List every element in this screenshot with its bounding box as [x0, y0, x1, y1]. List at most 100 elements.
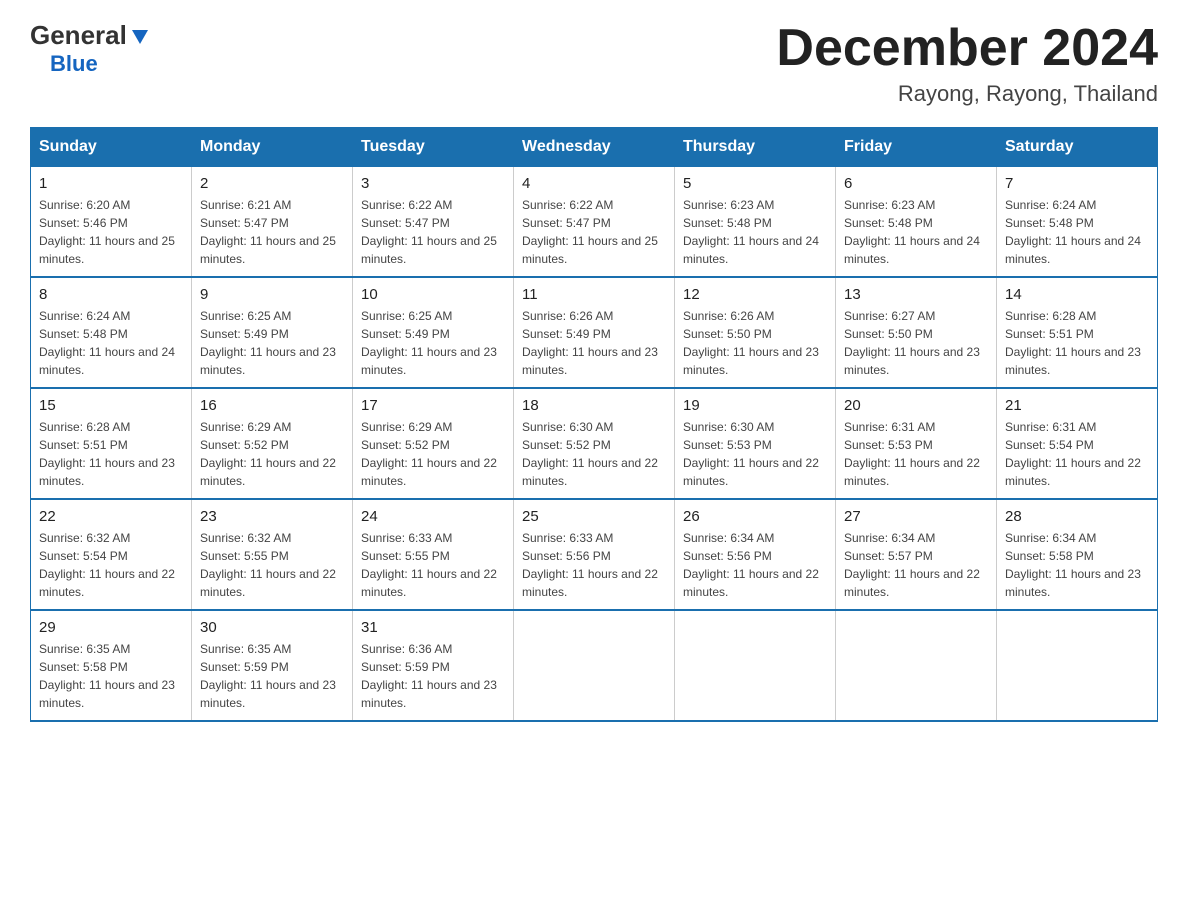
calendar-day-cell: 1 Sunrise: 6:20 AM Sunset: 5:46 PM Dayli…	[31, 167, 192, 278]
calendar-day-cell: 17 Sunrise: 6:29 AM Sunset: 5:52 PM Dayl…	[353, 388, 514, 499]
day-number: 20	[844, 397, 988, 414]
day-info: Sunrise: 6:21 AM Sunset: 5:47 PM Dayligh…	[200, 196, 344, 268]
day-info: Sunrise: 6:24 AM Sunset: 5:48 PM Dayligh…	[39, 307, 183, 379]
calendar-day-cell	[514, 610, 675, 721]
logo: General Blue	[30, 20, 151, 77]
day-number: 3	[361, 175, 505, 192]
day-info: Sunrise: 6:35 AM Sunset: 5:58 PM Dayligh…	[39, 640, 183, 712]
day-number: 12	[683, 286, 827, 303]
day-info: Sunrise: 6:23 AM Sunset: 5:48 PM Dayligh…	[844, 196, 988, 268]
day-info: Sunrise: 6:28 AM Sunset: 5:51 PM Dayligh…	[39, 418, 183, 490]
day-number: 17	[361, 397, 505, 414]
day-info: Sunrise: 6:25 AM Sunset: 5:49 PM Dayligh…	[361, 307, 505, 379]
title-section: December 2024 Rayong, Rayong, Thailand	[776, 20, 1158, 107]
day-info: Sunrise: 6:22 AM Sunset: 5:47 PM Dayligh…	[361, 196, 505, 268]
calendar-day-cell: 12 Sunrise: 6:26 AM Sunset: 5:50 PM Dayl…	[675, 277, 836, 388]
day-info: Sunrise: 6:32 AM Sunset: 5:55 PM Dayligh…	[200, 529, 344, 601]
day-of-week-header: Monday	[192, 128, 353, 167]
day-info: Sunrise: 6:31 AM Sunset: 5:53 PM Dayligh…	[844, 418, 988, 490]
day-info: Sunrise: 6:33 AM Sunset: 5:56 PM Dayligh…	[522, 529, 666, 601]
calendar-day-cell: 13 Sunrise: 6:27 AM Sunset: 5:50 PM Dayl…	[836, 277, 997, 388]
day-number: 9	[200, 286, 344, 303]
day-info: Sunrise: 6:30 AM Sunset: 5:53 PM Dayligh…	[683, 418, 827, 490]
day-info: Sunrise: 6:36 AM Sunset: 5:59 PM Dayligh…	[361, 640, 505, 712]
day-number: 1	[39, 175, 183, 192]
day-of-week-header: Tuesday	[353, 128, 514, 167]
day-number: 24	[361, 508, 505, 525]
day-number: 4	[522, 175, 666, 192]
day-number: 30	[200, 619, 344, 636]
month-title: December 2024	[776, 20, 1158, 77]
day-info: Sunrise: 6:29 AM Sunset: 5:52 PM Dayligh…	[361, 418, 505, 490]
calendar-day-cell: 2 Sunrise: 6:21 AM Sunset: 5:47 PM Dayli…	[192, 167, 353, 278]
calendar-day-cell: 21 Sunrise: 6:31 AM Sunset: 5:54 PM Dayl…	[997, 388, 1158, 499]
day-info: Sunrise: 6:30 AM Sunset: 5:52 PM Dayligh…	[522, 418, 666, 490]
day-number: 2	[200, 175, 344, 192]
day-number: 19	[683, 397, 827, 414]
day-info: Sunrise: 6:26 AM Sunset: 5:50 PM Dayligh…	[683, 307, 827, 379]
calendar-day-cell: 25 Sunrise: 6:33 AM Sunset: 5:56 PM Dayl…	[514, 499, 675, 610]
calendar-day-cell	[836, 610, 997, 721]
day-of-week-header: Friday	[836, 128, 997, 167]
day-number: 5	[683, 175, 827, 192]
calendar-day-cell: 9 Sunrise: 6:25 AM Sunset: 5:49 PM Dayli…	[192, 277, 353, 388]
calendar-week-row: 22 Sunrise: 6:32 AM Sunset: 5:54 PM Dayl…	[31, 499, 1158, 610]
day-number: 21	[1005, 397, 1149, 414]
calendar-header-row: SundayMondayTuesdayWednesdayThursdayFrid…	[31, 128, 1158, 167]
day-of-week-header: Wednesday	[514, 128, 675, 167]
calendar-day-cell: 19 Sunrise: 6:30 AM Sunset: 5:53 PM Dayl…	[675, 388, 836, 499]
logo-general-text: General	[30, 20, 127, 51]
calendar-day-cell: 22 Sunrise: 6:32 AM Sunset: 5:54 PM Dayl…	[31, 499, 192, 610]
calendar-day-cell: 5 Sunrise: 6:23 AM Sunset: 5:48 PM Dayli…	[675, 167, 836, 278]
day-info: Sunrise: 6:34 AM Sunset: 5:57 PM Dayligh…	[844, 529, 988, 601]
logo-blue-text: Blue	[50, 51, 98, 76]
day-of-week-header: Sunday	[31, 128, 192, 167]
day-info: Sunrise: 6:33 AM Sunset: 5:55 PM Dayligh…	[361, 529, 505, 601]
day-info: Sunrise: 6:25 AM Sunset: 5:49 PM Dayligh…	[200, 307, 344, 379]
day-number: 16	[200, 397, 344, 414]
day-number: 10	[361, 286, 505, 303]
day-info: Sunrise: 6:31 AM Sunset: 5:54 PM Dayligh…	[1005, 418, 1149, 490]
calendar-day-cell: 15 Sunrise: 6:28 AM Sunset: 5:51 PM Dayl…	[31, 388, 192, 499]
calendar-day-cell: 10 Sunrise: 6:25 AM Sunset: 5:49 PM Dayl…	[353, 277, 514, 388]
calendar-day-cell: 24 Sunrise: 6:33 AM Sunset: 5:55 PM Dayl…	[353, 499, 514, 610]
calendar-day-cell: 4 Sunrise: 6:22 AM Sunset: 5:47 PM Dayli…	[514, 167, 675, 278]
calendar-day-cell	[675, 610, 836, 721]
page-header: General Blue December 2024 Rayong, Rayon…	[30, 20, 1158, 107]
day-number: 6	[844, 175, 988, 192]
day-number: 15	[39, 397, 183, 414]
calendar-day-cell: 20 Sunrise: 6:31 AM Sunset: 5:53 PM Dayl…	[836, 388, 997, 499]
day-info: Sunrise: 6:35 AM Sunset: 5:59 PM Dayligh…	[200, 640, 344, 712]
day-number: 11	[522, 286, 666, 303]
location-text: Rayong, Rayong, Thailand	[776, 81, 1158, 107]
day-info: Sunrise: 6:26 AM Sunset: 5:49 PM Dayligh…	[522, 307, 666, 379]
calendar-day-cell: 8 Sunrise: 6:24 AM Sunset: 5:48 PM Dayli…	[31, 277, 192, 388]
calendar-week-row: 8 Sunrise: 6:24 AM Sunset: 5:48 PM Dayli…	[31, 277, 1158, 388]
calendar-day-cell: 29 Sunrise: 6:35 AM Sunset: 5:58 PM Dayl…	[31, 610, 192, 721]
day-info: Sunrise: 6:34 AM Sunset: 5:56 PM Dayligh…	[683, 529, 827, 601]
calendar-day-cell: 11 Sunrise: 6:26 AM Sunset: 5:49 PM Dayl…	[514, 277, 675, 388]
calendar-day-cell: 27 Sunrise: 6:34 AM Sunset: 5:57 PM Dayl…	[836, 499, 997, 610]
day-info: Sunrise: 6:22 AM Sunset: 5:47 PM Dayligh…	[522, 196, 666, 268]
day-info: Sunrise: 6:29 AM Sunset: 5:52 PM Dayligh…	[200, 418, 344, 490]
day-number: 7	[1005, 175, 1149, 192]
day-number: 14	[1005, 286, 1149, 303]
day-info: Sunrise: 6:24 AM Sunset: 5:48 PM Dayligh…	[1005, 196, 1149, 268]
calendar-table: SundayMondayTuesdayWednesdayThursdayFrid…	[30, 127, 1158, 722]
calendar-day-cell: 7 Sunrise: 6:24 AM Sunset: 5:48 PM Dayli…	[997, 167, 1158, 278]
calendar-day-cell: 3 Sunrise: 6:22 AM Sunset: 5:47 PM Dayli…	[353, 167, 514, 278]
calendar-day-cell: 6 Sunrise: 6:23 AM Sunset: 5:48 PM Dayli…	[836, 167, 997, 278]
day-info: Sunrise: 6:34 AM Sunset: 5:58 PM Dayligh…	[1005, 529, 1149, 601]
day-number: 8	[39, 286, 183, 303]
calendar-day-cell: 14 Sunrise: 6:28 AM Sunset: 5:51 PM Dayl…	[997, 277, 1158, 388]
day-number: 31	[361, 619, 505, 636]
calendar-day-cell: 31 Sunrise: 6:36 AM Sunset: 5:59 PM Dayl…	[353, 610, 514, 721]
day-number: 28	[1005, 508, 1149, 525]
day-info: Sunrise: 6:27 AM Sunset: 5:50 PM Dayligh…	[844, 307, 988, 379]
calendar-day-cell: 18 Sunrise: 6:30 AM Sunset: 5:52 PM Dayl…	[514, 388, 675, 499]
day-of-week-header: Thursday	[675, 128, 836, 167]
logo-triangle-icon	[129, 26, 151, 48]
day-number: 18	[522, 397, 666, 414]
day-info: Sunrise: 6:20 AM Sunset: 5:46 PM Dayligh…	[39, 196, 183, 268]
day-of-week-header: Saturday	[997, 128, 1158, 167]
